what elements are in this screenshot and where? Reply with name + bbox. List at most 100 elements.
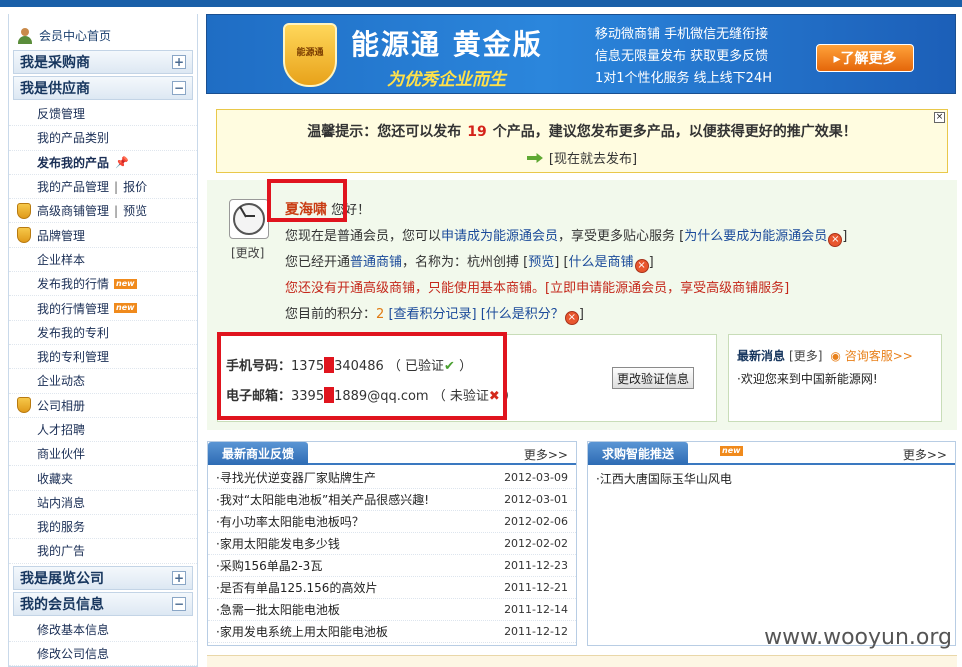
feedback-list: ·寻找光伏逆变器厂家贴牌生产 2012-03-09 ·我对“太阳能电池板”相关产品… xyxy=(208,467,576,643)
purchase-list: ·江西大唐国际玉华山风电 xyxy=(588,467,955,489)
sidebar-item-label: 我的产品管理 xyxy=(37,180,110,195)
collapse-icon[interactable]: − xyxy=(172,596,186,611)
sidebar-item-feedback[interactable]: 反馈管理 xyxy=(9,102,197,127)
sidebar-item-album[interactable]: 公司相册 xyxy=(9,394,197,418)
sidebar-item-label: 收藏夹 xyxy=(37,471,74,486)
tip-notice: × 温馨提示：您还可以发布 19 个产品，建议您发布更多产品，以便获得更好的推广效果… xyxy=(216,109,948,173)
list-item[interactable]: ·家用发电系统上用太阳能电池板 2011-12-12 xyxy=(208,621,576,643)
item-title: ·采购156单晶2-3瓦 xyxy=(216,559,323,573)
sidebar-item-edit-basic[interactable]: 修改基本信息 xyxy=(9,618,197,642)
sidebar: 会员中心首页 我是采购商 + 我是供应商 − 反馈管理 我的产品类别 发布我的产… xyxy=(8,14,198,667)
sidebar-item-label: 公司相册 xyxy=(37,398,86,413)
logo-text: 能源通 xyxy=(296,48,324,58)
sidebar-item-label: 品牌管理 xyxy=(37,228,86,243)
help-icon[interactable]: × xyxy=(564,311,579,325)
basic-shop-link[interactable]: 普通商铺 xyxy=(350,255,402,270)
learn-more-button[interactable]: ▸了解更多 xyxy=(816,44,914,72)
shield-icon xyxy=(17,202,31,219)
points-record-link[interactable]: [查看积分记录] xyxy=(388,307,476,322)
sidebar-item-premium-shop[interactable]: 高级商铺管理 | 预览 xyxy=(9,199,197,224)
banner-feature: 1对1个性化服务 线上线下24H xyxy=(595,71,772,86)
banner-subtitle: 为优秀企业而生 xyxy=(387,70,506,90)
sidebar-item-product-manage[interactable]: 我的产品管理 | 报价 xyxy=(9,175,197,200)
sidebar-item-ads[interactable]: 我的广告 xyxy=(9,539,197,564)
text: 您现在是普通会员，您可以 xyxy=(285,229,442,244)
expand-icon[interactable]: + xyxy=(172,55,186,69)
purchase-push-panel: 求购智能推送 new 更多>> ·江西大唐国际玉华山风电 xyxy=(587,441,956,646)
section-buyer[interactable]: 我是采购商 + xyxy=(13,50,193,74)
list-item[interactable]: ·江西大唐国际玉华山风电 xyxy=(588,467,955,489)
sidebar-item-recruit[interactable]: 人才招聘 xyxy=(9,418,197,443)
list-item[interactable]: ·是否有单晶125.156的高效片 2011-12-21 xyxy=(208,577,576,599)
sidebar-item-brand[interactable]: 品牌管理 xyxy=(9,223,197,248)
sidebar-item-news[interactable]: 企业动态 xyxy=(9,369,197,394)
what-is-shop-link[interactable]: 什么是商铺 xyxy=(569,255,634,270)
new-badge: new xyxy=(114,303,137,314)
list-item[interactable]: ·有小功率太阳能电池板吗？ 2012-02-06 xyxy=(208,511,576,533)
publish-now-link[interactable]: [现在就去发布] xyxy=(217,148,947,167)
list-item[interactable]: ·我对“太阳能电池板”相关产品很感兴趣! 2012-03-01 xyxy=(208,489,576,511)
sidebar-item-label: 修改基本信息 xyxy=(37,622,110,637)
shield-logo-icon: 能源通 xyxy=(283,23,337,87)
sidebar-item-label: 人才招聘 xyxy=(37,423,86,437)
sidebar-item-publish-product[interactable]: 发布我的产品 📌 xyxy=(9,151,197,175)
watermark: www.wooyun.org xyxy=(764,625,952,650)
preview-link[interactable]: 预览 xyxy=(528,255,554,270)
sidebar-item-edit-company[interactable]: 修改公司信息 xyxy=(9,642,197,667)
sidebar-item-sample[interactable]: 企业样本 xyxy=(9,248,197,273)
sidebar-item-market-manage[interactable]: 我的行情管理 new xyxy=(9,296,197,321)
sidebar-item-label: 企业动态 xyxy=(37,374,86,389)
banner-title: 能源通 黄金版 xyxy=(351,28,543,61)
list-item[interactable]: ·寻找光伏逆变器厂家贴牌生产 2012-03-09 xyxy=(208,467,576,489)
tab-feedback[interactable]: 最新商业反馈 xyxy=(208,442,309,465)
list-item[interactable]: ·急需一批太阳能电池板 2011-12-14 xyxy=(208,599,576,621)
news-item[interactable]: ·欢迎您来到中国新能源网! xyxy=(737,370,878,387)
notice-text: 温馨提示：您还可以发布 19 个产品，建议您发布更多产品，以便获得更好的推广效果！ xyxy=(217,121,947,141)
change-avatar-link[interactable]: [更改] xyxy=(231,244,264,261)
text: 您目前的积分： xyxy=(285,307,377,322)
item-title: ·有小功率太阳能电池板吗？ xyxy=(216,515,364,529)
promo-banner[interactable]: 能源通 能源通 黄金版 为优秀企业而生 移动微商铺 手机微信无缝衔接 信息无限量… xyxy=(206,14,956,94)
latest-more-link[interactable]: [更多] xyxy=(789,349,822,363)
tab-purchase-push[interactable]: 求购智能推送 xyxy=(588,442,689,465)
text: ] xyxy=(648,255,654,270)
sidebar-item-favorites[interactable]: 收藏夹 xyxy=(9,466,197,491)
help-icon[interactable]: × xyxy=(634,259,649,273)
help-icon[interactable]: × xyxy=(828,233,843,247)
list-item[interactable]: ·采购156单晶2-3瓦 2011-12-23 xyxy=(208,555,576,577)
list-item[interactable]: ·家用太阳能发电多少钱 2012-02-02 xyxy=(208,533,576,555)
sidebar-item-messages[interactable]: 站内消息 xyxy=(9,491,197,516)
sidebar-item-product-category[interactable]: 我的产品类别 xyxy=(9,126,197,151)
customer-service-link[interactable]: ◉ 咨询客服>> xyxy=(830,349,912,363)
item-title: ·是否有单晶125.156的高效片 xyxy=(216,581,378,595)
item-title: ·急需一批太阳能电池板 xyxy=(216,603,340,617)
banner-feature: 移动微商铺 手机微信无缝衔接 xyxy=(595,27,769,42)
sidebar-item-patent-manage[interactable]: 我的专利管理 xyxy=(9,345,197,370)
arrow-right-icon xyxy=(526,153,543,163)
sidebar-item-publish-market[interactable]: 发布我的行情 new xyxy=(9,272,197,297)
purchase-more-link[interactable]: 更多>> xyxy=(903,446,947,463)
sidebar-home-link[interactable]: 会员中心首页 xyxy=(9,14,197,48)
section-exhibition[interactable]: 我是展览公司 + xyxy=(13,565,193,590)
expand-icon[interactable]: + xyxy=(172,570,186,585)
collapse-icon[interactable]: − xyxy=(172,81,186,95)
section-title: 我是供应商 xyxy=(20,81,90,97)
section-member-info[interactable]: 我的会员信息 − xyxy=(13,591,193,616)
sidebar-item-quote-link[interactable]: 报价 xyxy=(123,178,147,195)
item-title: ·家用发电系统上用太阳能电池板 xyxy=(216,625,388,639)
section-supplier[interactable]: 我是供应商 − xyxy=(13,76,193,100)
sidebar-item-preview-link[interactable]: 预览 xyxy=(123,202,147,219)
text: 您还没有开通高级商铺，只能使用基本商铺。 xyxy=(285,281,546,296)
why-member-link[interactable]: 为什么要成为能源通会员 xyxy=(684,229,827,244)
sidebar-item-partners[interactable]: 商业伙伴 xyxy=(9,442,197,467)
change-verify-button[interactable]: 更改验证信息 xyxy=(612,367,694,389)
feedback-panel: 最新商业反馈 更多>> ·寻找光伏逆变器厂家贴牌生产 2012-03-09 ·我对… xyxy=(207,441,577,646)
feedback-more-link[interactable]: 更多>> xyxy=(524,446,568,463)
what-is-points-link[interactable]: [什么是积分？ xyxy=(481,307,564,322)
section-title: 我是展览公司 xyxy=(20,570,104,587)
apply-premium-link[interactable]: [立即申请能源通会员，享受高级商铺服务] xyxy=(545,281,789,296)
sidebar-item-services[interactable]: 我的服务 xyxy=(9,515,197,540)
item-title: ·寻找光伏逆变器厂家贴牌生产 xyxy=(216,471,376,485)
sidebar-item-publish-patent[interactable]: 发布我的专利 xyxy=(9,321,197,345)
apply-member-link[interactable]: 申请成为能源通会员 xyxy=(441,229,558,244)
